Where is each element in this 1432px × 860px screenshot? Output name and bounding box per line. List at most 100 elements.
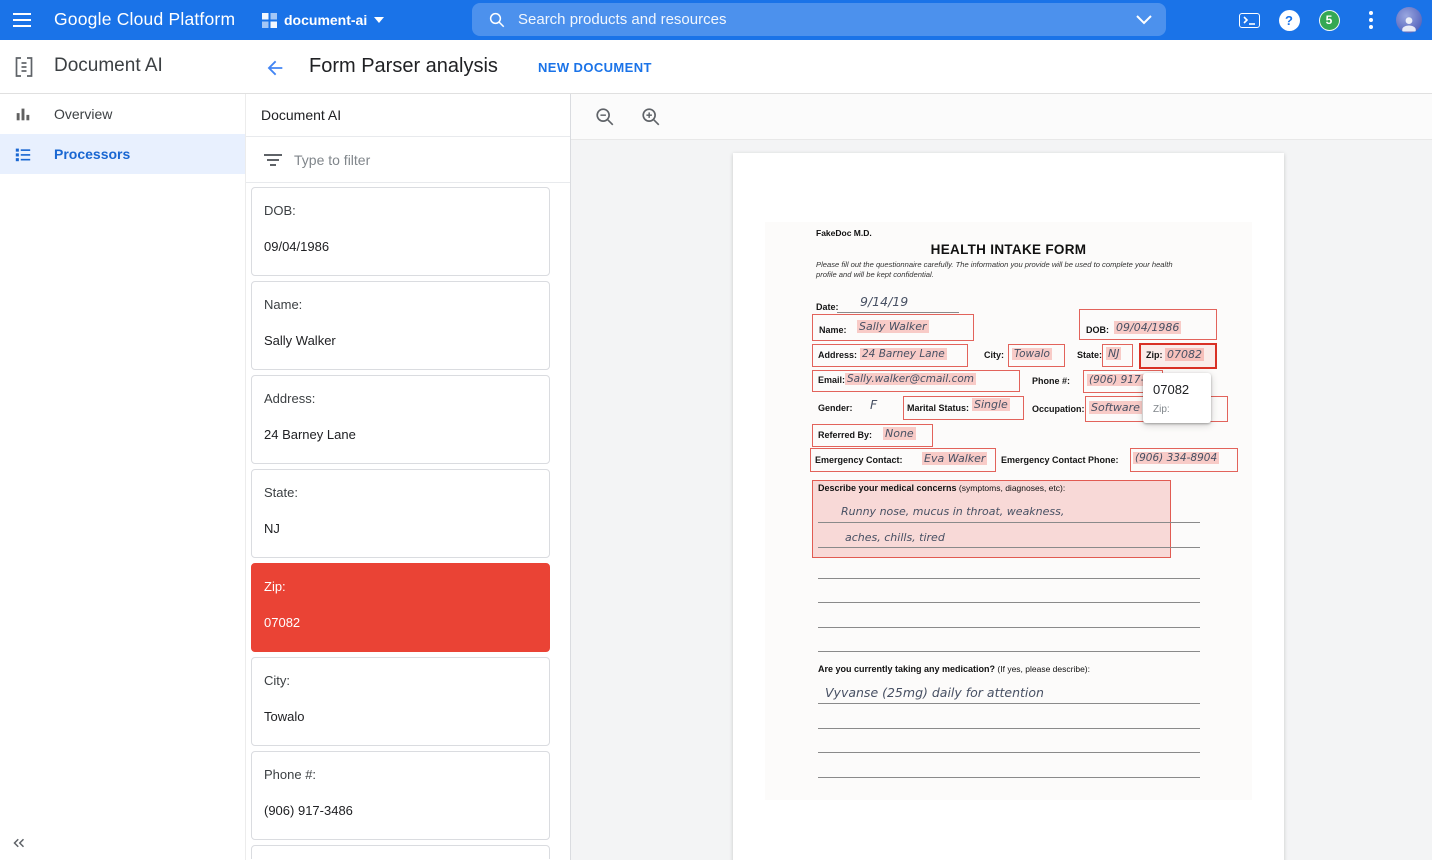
viewer-toolbar [571,94,1432,140]
sidebar-item-label: Overview [54,106,112,122]
field-card[interactable]: City: Towalo [251,657,550,746]
cloud-shell-icon [1239,13,1260,28]
line [818,777,1200,778]
app-title: Document AI [54,55,163,77]
notifications-button[interactable]: 5 [1318,9,1340,31]
doc-concerns-heading-rest: (symptoms, diagnoses, etc): [957,483,1066,493]
doc-emergency-contact-value: Eva Walker [922,452,987,465]
cloud-shell-button[interactable] [1238,9,1260,31]
line [818,728,1200,729]
kebab-icon [1369,11,1373,29]
doc-gender-value: F [870,397,877,412]
field-card-value: (906) 917-3486 [264,803,537,818]
help-button[interactable]: ? [1278,9,1300,31]
collapse-icon [10,834,28,852]
project-name: document-ai [284,12,367,28]
sidebar-item-processors[interactable]: Processors [0,134,245,174]
field-card-value: 09/04/1986 [264,239,537,254]
collapse-sidebar-button[interactable] [6,830,32,856]
doc-clinic-name: FakeDoc M.D. [816,228,872,238]
filter-input[interactable] [294,152,570,168]
line [818,547,1200,548]
doc-date-value: 9/14/19 [860,294,908,309]
doc-dob-value: 09/04/1986 [1114,321,1181,334]
field-card-label: Address: [264,391,537,406]
filter-icon [264,153,282,167]
zoom-in-icon [640,106,662,128]
line [837,312,959,313]
more-options-button[interactable] [1360,9,1382,31]
doc-email-label: Email: [818,375,845,385]
tooltip-label: Zip: [1153,404,1201,415]
panel-title: Document AI [246,94,570,137]
search-bar[interactable] [472,3,1166,36]
doc-referred-value: None [883,427,916,440]
search-input[interactable] [506,11,1136,28]
avatar[interactable] [1396,7,1422,33]
fields-panel: Document AI DOB: 09/04/1986 Name: Sally … [246,94,571,860]
doc-zip-label: Zip: [1146,350,1163,360]
doc-state-label: State: [1077,350,1102,360]
new-document-button[interactable]: NEW DOCUMENT [538,60,652,75]
search-chevron-icon[interactable] [1136,15,1152,25]
doc-medication-value: Vyvanse (25mg) daily for attention [825,685,1044,700]
doc-address-label: Address: [818,350,857,360]
field-card[interactable]: Address: 24 Barney Lane [251,375,550,464]
menu-icon[interactable] [10,8,34,32]
search-icon [488,11,506,29]
back-button[interactable] [263,56,287,80]
doc-referred-label: Referred By: [818,430,872,440]
project-selector[interactable]: document-ai [262,0,384,40]
doc-concerns-line1: Runny nose, mucus in throat, weakness, [841,505,1064,518]
doc-city-value: Towalo [1012,348,1052,360]
page-title: Form Parser analysis [309,55,498,78]
document-viewer[interactable]: FakeDoc M.D. HEALTH INTAKE FORM Please f… [571,140,1432,860]
field-card-value: 24 Barney Lane [264,427,537,442]
field-card-value: 07082 [264,615,537,630]
field-card[interactable]: Zip: 07082 [251,563,550,652]
doc-marital-value: Single [972,398,1010,411]
doc-gender-label: Gender: [818,403,853,413]
doc-medication-heading: Are you currently taking any medication?… [818,664,1090,674]
processors-icon [14,145,32,163]
doc-dob-label: DOB: [1086,325,1109,335]
doc-occupation-label: Occupation: [1032,404,1085,414]
field-card-value: NJ [264,521,537,536]
field-card-value: Sally Walker [264,333,537,348]
doc-zip-value: 07082 [1165,348,1204,361]
filter-bar [246,137,570,183]
doc-name-label: Name: [819,325,847,335]
field-card-label: Name: [264,297,537,312]
field-card[interactable] [251,845,550,859]
doc-emergency-phone-value: (906) 334-8904 [1133,452,1219,464]
zoom-out-button[interactable] [591,103,619,131]
field-card[interactable]: Phone #: (906) 917-3486 [251,751,550,840]
field-card[interactable]: State: NJ [251,469,550,558]
field-card[interactable]: Name: Sally Walker [251,281,550,370]
doc-occupation-value: Software [1089,401,1142,414]
field-card[interactable]: DOB: 09/04/1986 [251,187,550,276]
field-card-label: DOB: [264,203,537,218]
doc-address-value: 24 Barney Lane [860,348,947,360]
overview-icon [14,105,32,123]
doc-concerns-heading-bold: Describe your medical concerns [818,483,957,493]
topbar: Google Cloud Platform document-ai ? 5 [0,0,1432,40]
doc-concerns-heading: Describe your medical concerns (symptoms… [818,483,1065,493]
sidebar-item-label: Processors [54,146,130,162]
back-arrow-icon [264,57,286,79]
zoom-in-button[interactable] [637,103,665,131]
sidebar-item-overview[interactable]: Overview [0,94,245,134]
page-header: Document AI Form Parser analysis NEW DOC… [0,40,1432,94]
sidebar: Overview Processors [0,94,246,860]
person-icon [1400,15,1418,33]
gcp-logo[interactable]: Google Cloud Platform [54,9,235,30]
line [818,703,1200,704]
line [818,752,1200,753]
field-card-label: Zip: [264,579,537,594]
doc-marital-label: Marital Status: [907,403,969,413]
help-icon: ? [1279,10,1300,31]
doc-state-value: NJ [1106,347,1121,360]
doc-medication-heading-bold: Are you currently taking any medication? [818,664,995,674]
field-card-list: DOB: 09/04/1986 Name: Sally Walker Addre… [246,183,570,859]
line [818,651,1200,652]
